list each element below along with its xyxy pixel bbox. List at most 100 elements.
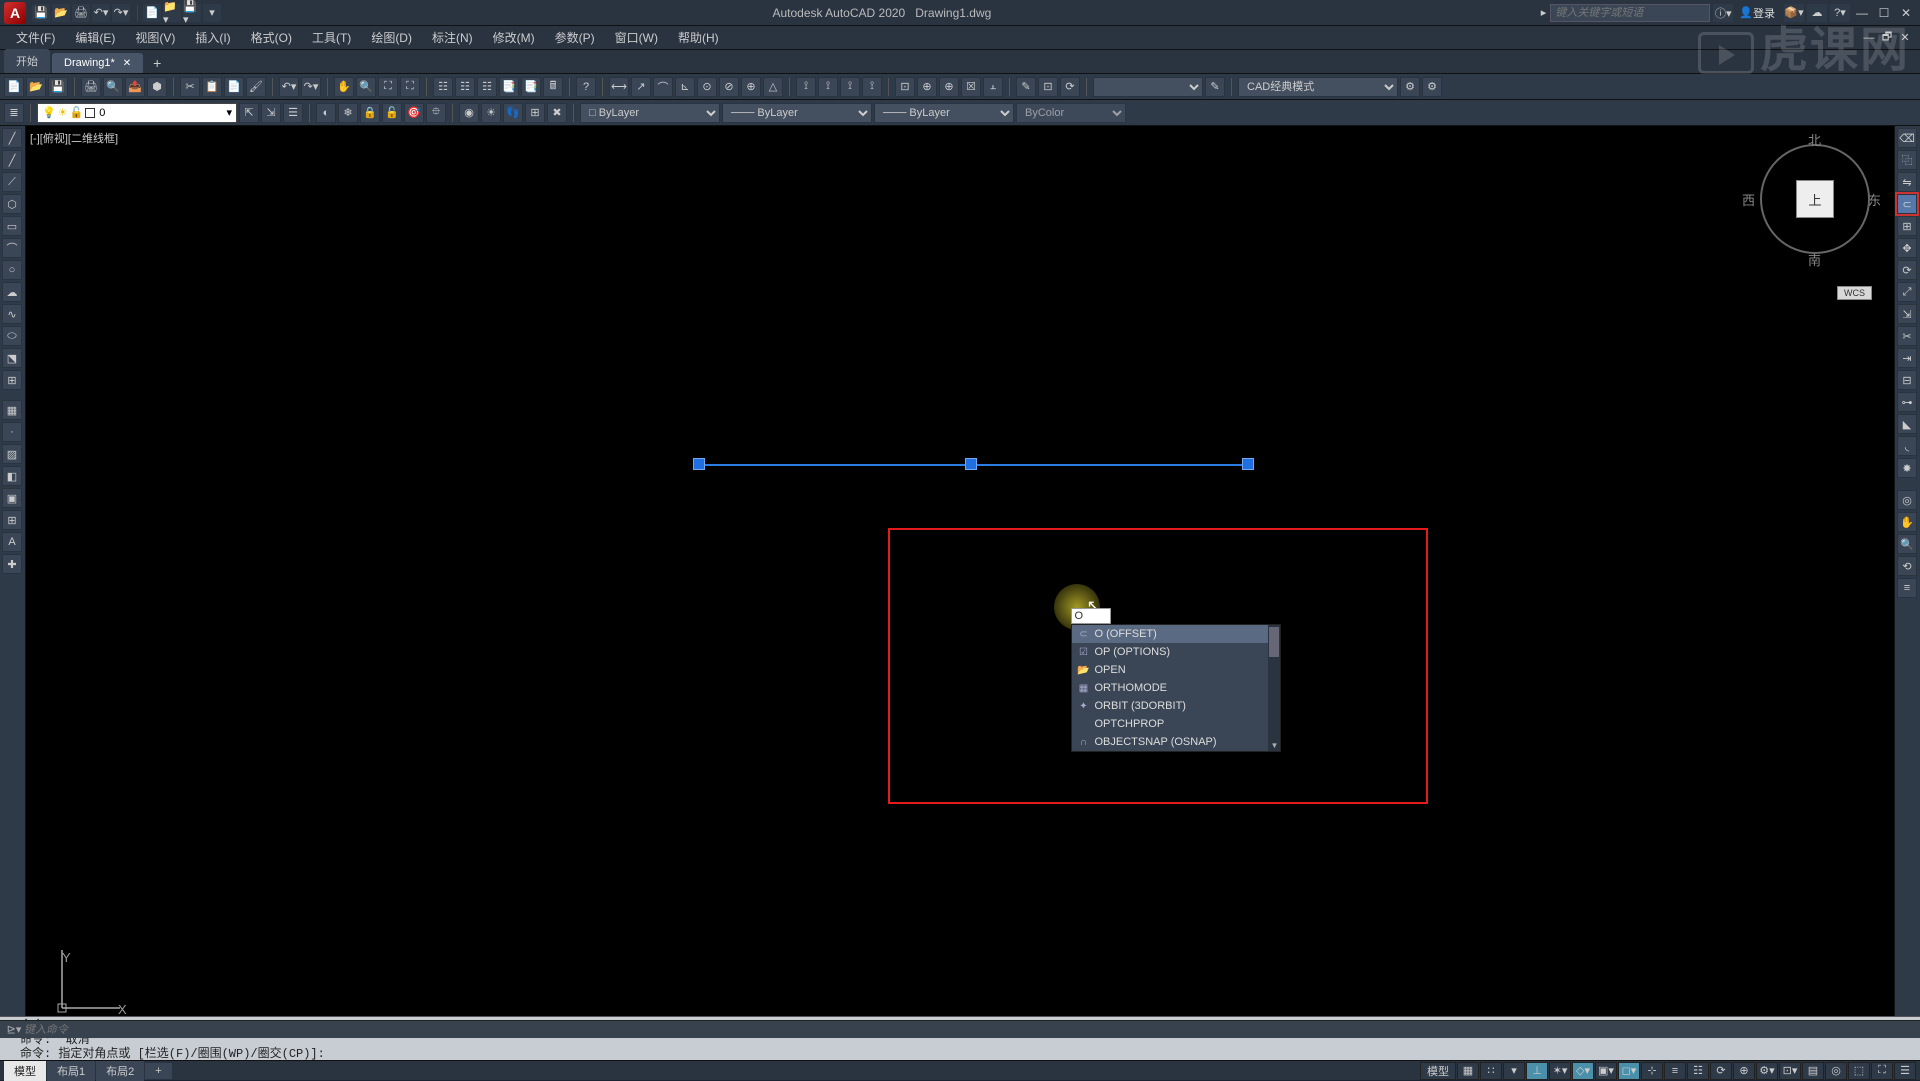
layer-prev-icon[interactable]: ⇱ <box>239 103 259 123</box>
open-icon[interactable]: 📂 <box>26 77 46 97</box>
dim-quick-icon[interactable]: ⟟ <box>796 77 816 97</box>
qat-print-icon[interactable]: 🖨 <box>72 4 90 22</box>
navbar-orbit-icon[interactable]: ⟲ <box>1897 556 1917 576</box>
tab-add-button[interactable]: + <box>145 53 169 73</box>
redo-icon[interactable]: ↷▾ <box>301 77 321 97</box>
scroll-down-icon[interactable]: ▼ <box>1268 741 1280 751</box>
sb-quickprops-icon[interactable]: ▤ <box>1802 1062 1824 1080</box>
sb-units-icon[interactable]: ⊡▾ <box>1779 1062 1801 1080</box>
navbar-wheel-icon[interactable]: ◎ <box>1897 490 1917 510</box>
layer-thaw-icon[interactable]: ☀ <box>481 103 501 123</box>
dim-radius-icon[interactable]: ⊙ <box>697 77 717 97</box>
sb-3dosnap-icon[interactable]: ◻▾ <box>1618 1062 1640 1080</box>
sb-polar-icon[interactable]: ✶▾ <box>1549 1062 1571 1080</box>
qat-open-icon[interactable]: 📂 <box>52 4 70 22</box>
erase-icon[interactable]: ⌫ <box>1897 128 1917 148</box>
rectangle-icon[interactable]: ▭ <box>2 216 22 236</box>
insert-icon[interactable]: ⊞ <box>2 370 22 390</box>
hatch-icon[interactable]: ▨ <box>2 444 22 464</box>
region-icon[interactable]: ▣ <box>2 488 22 508</box>
save-icon[interactable]: 💾 <box>48 77 68 97</box>
toolpalettes-icon[interactable]: ☷ <box>477 77 497 97</box>
menu-format[interactable]: 格式(O) <box>241 26 302 49</box>
zoom-realtime-icon[interactable]: 🔍 <box>356 77 376 97</box>
menu-parametric[interactable]: 参数(P) <box>545 26 605 49</box>
menu-file[interactable]: 文件(F) <box>6 26 65 49</box>
mdi-restore-icon[interactable]: 🗗 <box>1878 28 1896 47</box>
close-icon[interactable]: ✕ <box>1896 4 1916 22</box>
sb-cycling-icon[interactable]: ⟳ <box>1710 1062 1732 1080</box>
matchprop-icon[interactable]: 🖌 <box>246 77 266 97</box>
array-icon[interactable]: ⊞ <box>1897 216 1917 236</box>
layer-dropdown[interactable]: 💡 ☀ 🔓 0 ▾ <box>37 103 237 123</box>
cmd-chevron-icon[interactable]: ⊵▾ <box>4 1023 24 1036</box>
joggedlinear-icon[interactable]: ⫠ <box>983 77 1003 97</box>
sb-osnap-icon[interactable]: ▣▾ <box>1595 1062 1617 1080</box>
spline-icon[interactable]: ∿ <box>2 304 22 324</box>
menu-insert[interactable]: 插入(I) <box>185 26 240 49</box>
layer-iso-icon[interactable]: ☰ <box>283 103 303 123</box>
join-icon[interactable]: ⊶ <box>1897 392 1917 412</box>
viewcube[interactable]: 上 北 南 西 东 <box>1750 134 1880 264</box>
menu-tools[interactable]: 工具(T) <box>302 26 361 49</box>
mdi-close-icon[interactable]: ✕ <box>1896 31 1914 44</box>
addselected-icon[interactable]: ✚ <box>2 554 22 574</box>
ac-scrollbar[interactable]: ▲ ▼ <box>1268 625 1280 751</box>
sheetset-icon[interactable]: 📑 <box>499 77 519 97</box>
navbar-pan-icon[interactable]: ✋ <box>1897 512 1917 532</box>
dimtedit-icon[interactable]: ⊡ <box>1038 77 1058 97</box>
move-icon[interactable]: ✥ <box>1897 238 1917 258</box>
dim-diameter-icon[interactable]: ⊕ <box>741 77 761 97</box>
ac-item-orbit[interactable]: ✦ORBIT (3DORBIT) <box>1072 697 1280 715</box>
dim-ordinate-icon[interactable]: ⊾ <box>675 77 695 97</box>
rotate-icon[interactable]: ⟳ <box>1897 260 1917 280</box>
tab-start[interactable]: 开始 <box>4 49 50 73</box>
block-icon[interactable]: ▦ <box>2 400 22 420</box>
layout2-tab[interactable]: 布局2 <box>96 1061 144 1081</box>
mirror-icon[interactable]: ⇋ <box>1897 172 1917 192</box>
arc-icon[interactable]: ⌒ <box>2 238 22 258</box>
new-icon[interactable]: 📄 <box>4 77 24 97</box>
viewport-label[interactable]: [-][俯视][二维线框] <box>30 130 118 146</box>
dim-baseline-icon[interactable]: ⟟ <box>818 77 838 97</box>
copy2-icon[interactable]: ⿻ <box>1897 150 1917 170</box>
plot-preview-icon[interactable]: 🔍 <box>103 77 123 97</box>
publish-icon[interactable]: 📤 <box>125 77 145 97</box>
layer-lock-icon[interactable]: 🔒 <box>360 103 380 123</box>
ellipse-icon[interactable]: ⬭ <box>2 326 22 346</box>
command-input[interactable] <box>24 1024 1916 1036</box>
sb-snap-icon[interactable]: ∷ <box>1480 1062 1502 1080</box>
ac-item-open[interactable]: 📂OPEN <box>1072 661 1280 679</box>
workspace-settings-icon[interactable]: ⚙ <box>1422 77 1442 97</box>
quickcalc-icon[interactable]: 🖩 <box>543 77 563 97</box>
menu-draw[interactable]: 绘图(D) <box>361 26 422 49</box>
dim-aligned-icon[interactable]: ↗ <box>631 77 651 97</box>
app-logo[interactable]: A <box>4 2 26 24</box>
line-icon[interactable]: ╱ <box>2 128 22 148</box>
sb-gear-icon[interactable]: ⚙▾ <box>1756 1062 1778 1080</box>
sb-customize-icon[interactable]: ☰ <box>1894 1062 1916 1080</box>
modeltab[interactable]: 模型 <box>4 1061 46 1081</box>
explode-icon[interactable]: ✸ <box>1897 458 1917 478</box>
workspace-gear-icon[interactable]: ⚙ <box>1400 77 1420 97</box>
sb-annomonitor-icon[interactable]: ⊕ <box>1733 1062 1755 1080</box>
xline-icon[interactable]: ╱ <box>2 150 22 170</box>
circle-icon[interactable]: ○ <box>2 260 22 280</box>
dimstyle-icon[interactable]: ✎ <box>1205 77 1225 97</box>
layer-state-icon[interactable]: ⇲ <box>261 103 281 123</box>
menu-window[interactable]: 窗口(W) <box>605 26 668 49</box>
sb-grid-icon[interactable]: ▦ <box>1457 1062 1479 1080</box>
scale-icon[interactable]: ⤢ <box>1897 282 1917 302</box>
sb-lwt-icon[interactable]: ≡ <box>1664 1062 1686 1080</box>
dim-jogged-icon[interactable]: ⊘ <box>719 77 739 97</box>
help-icon[interactable]: ?▾ <box>1830 4 1850 22</box>
sb-ortho-icon[interactable]: ⊥ <box>1526 1062 1548 1080</box>
sb-model-label[interactable]: 模型 <box>1420 1062 1456 1080</box>
linetype-select[interactable]: ─── ByLayer <box>722 103 872 123</box>
qat-saveall-icon[interactable]: 💾▾ <box>183 4 201 22</box>
cut-icon[interactable]: ✂ <box>180 77 200 97</box>
drawing-canvas[interactable]: [-][俯视][二维线框] 上 北 南 西 东 WCS ↖ ⊂O (OFFSET… <box>26 126 1920 1016</box>
dim-continue-icon[interactable]: ⟟ <box>840 77 860 97</box>
properties-icon[interactable]: ☷ <box>433 77 453 97</box>
help-icon-2[interactable]: ? <box>576 77 596 97</box>
